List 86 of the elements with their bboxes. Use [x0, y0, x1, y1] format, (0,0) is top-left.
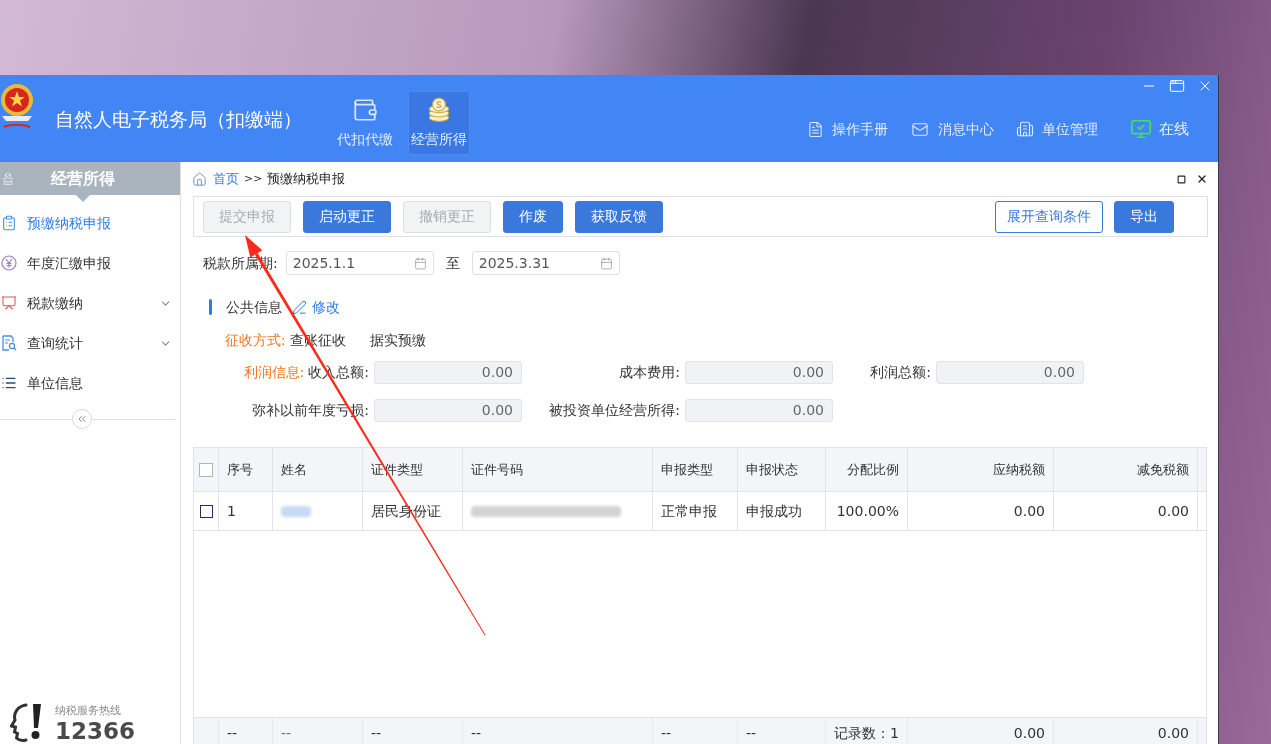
close-icon[interactable]	[1196, 173, 1208, 185]
amount-field[interactable]: 0.00	[685, 399, 833, 422]
coin-stack-icon	[426, 97, 452, 123]
breadcrumb-current: 预缴纳税申报	[267, 169, 346, 188]
toolbar-button[interactable]: 展开查询条件	[995, 200, 1103, 233]
building-icon	[1016, 120, 1034, 139]
header-link[interactable]: 操作手册	[807, 118, 888, 140]
column-header: 分配比例	[826, 448, 908, 491]
footer-cell: 记录数：1	[826, 718, 908, 744]
wallet-icon	[352, 97, 378, 123]
blurred-text	[281, 505, 311, 517]
table-cell: 0.00	[908, 492, 1054, 530]
table-cell: 1	[219, 492, 273, 530]
table-cell: 0.00	[1054, 492, 1198, 530]
sidebar-item[interactable]: 单位信息	[0, 363, 180, 403]
table-cell: 正常申报	[653, 492, 738, 530]
breadcrumb-separator: >>	[244, 170, 263, 187]
amount-field[interactable]: 0.00	[374, 361, 522, 384]
sidebar-item[interactable]: 预缴纳税申报	[0, 203, 180, 243]
edit-link[interactable]: 修改	[292, 296, 340, 318]
profit-info-label: 利润信息:	[243, 363, 305, 382]
field-label: 利润总额:	[870, 363, 931, 382]
file-search-icon	[1, 335, 17, 351]
list-icon	[1, 375, 17, 391]
online-status: 在线	[1130, 118, 1189, 141]
nav-tab[interactable]: 经营所得	[408, 91, 470, 155]
date-field[interactable]: 2025.3.31	[471, 251, 620, 275]
checkbox[interactable]	[199, 462, 213, 477]
footer-cell: --	[219, 718, 273, 744]
restore-icon[interactable]	[1177, 174, 1186, 184]
maximize-icon[interactable]	[1169, 78, 1185, 94]
app-title: 自然人电子税务局（扣缴端）	[55, 107, 302, 133]
column-header: 序号	[219, 448, 273, 491]
mail-icon	[910, 120, 930, 138]
column-header: 应纳税额	[908, 448, 1054, 491]
document-icon	[807, 120, 824, 138]
column-header: 证件号码	[463, 448, 653, 491]
column-header: 姓名	[273, 448, 363, 491]
date-field[interactable]: 2025.1.1	[285, 251, 434, 275]
hotline-number: 12366	[55, 718, 136, 744]
footer-cell: --	[463, 718, 653, 744]
coin-stack-icon	[0, 170, 16, 187]
home-link[interactable]: 首页	[213, 169, 239, 189]
toolbar-button[interactable]: 导出	[1114, 200, 1174, 233]
table-cell: 100.00%	[826, 492, 908, 530]
footer-cell: --	[363, 718, 463, 744]
nav-tab[interactable]: 代扣代缴	[334, 91, 396, 155]
sidebar-item[interactable]: 税款缴纳	[0, 283, 180, 323]
header-link[interactable]: 消息中心	[910, 118, 994, 140]
header-link[interactable]: 单位管理	[1016, 118, 1098, 140]
sidebar-item[interactable]: 查询统计	[0, 323, 180, 363]
calendar-icon	[413, 256, 427, 270]
yen-circle-icon	[1, 255, 17, 271]
sidebar-title: 经营所得	[51, 167, 115, 190]
collection-method-option: 据实预缴	[369, 329, 426, 351]
double-chevron-left-icon	[76, 413, 88, 425]
period-separator: 至	[445, 253, 460, 273]
monitor-check-icon	[1130, 118, 1152, 141]
clipboard-icon	[1, 215, 17, 231]
column-header: 减免税额	[1054, 448, 1198, 491]
checkbox[interactable]	[199, 504, 213, 518]
footer-cell: 0.00	[908, 718, 1054, 744]
footer-cell: --	[273, 718, 363, 744]
toolbar-button[interactable]: 启动更正	[303, 200, 391, 233]
footer-cell: 0.00	[1054, 718, 1198, 744]
sidebar-item[interactable]: 年度汇缴申报	[0, 243, 180, 283]
footer-cell: --	[653, 718, 738, 744]
amount-field[interactable]: 0.00	[936, 361, 1084, 384]
home-icon	[192, 171, 207, 187]
calendar-icon	[599, 256, 613, 270]
footer-cell: --	[738, 718, 826, 744]
pencil-icon	[292, 299, 307, 315]
presentation-board-icon	[1, 295, 17, 311]
column-header: 申报类型	[653, 448, 738, 491]
column-header: 申报状态	[738, 448, 826, 491]
amount-field[interactable]: 0.00	[374, 399, 522, 422]
table-cell: 申报成功	[738, 492, 826, 530]
toolbar-button[interactable]: 作废	[503, 200, 563, 233]
collection-method-label: 征收方式:	[225, 330, 286, 350]
field-label: 被投资单位经营所得:	[549, 401, 680, 420]
field-label: 成本费用:	[619, 363, 680, 382]
section-title: 公共信息	[226, 297, 282, 317]
amount-field[interactable]: 0.00	[685, 361, 833, 384]
hotline-caption: 纳税服务热线	[55, 704, 122, 718]
section-marker-icon	[209, 299, 212, 315]
toolbar-button[interactable]: 获取反馈	[575, 200, 663, 233]
